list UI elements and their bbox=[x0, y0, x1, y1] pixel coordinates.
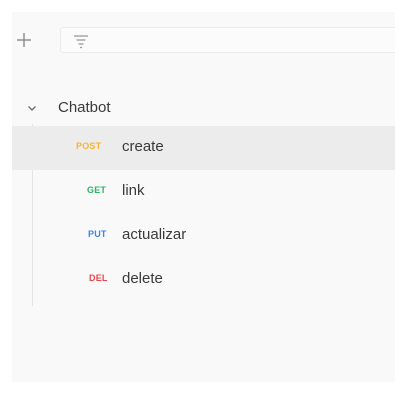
request-item-link[interactable]: GET link bbox=[12, 170, 395, 214]
sidebar-toolbar bbox=[12, 12, 395, 68]
method-badge-put: PUT bbox=[88, 229, 107, 239]
chevron-down-icon[interactable] bbox=[26, 102, 38, 114]
request-name: create bbox=[122, 138, 164, 155]
collection-name: Chatbot bbox=[58, 99, 111, 116]
filter-field[interactable] bbox=[60, 27, 395, 53]
collection-chatbot[interactable]: Chatbot bbox=[12, 90, 395, 126]
plus-icon bbox=[17, 33, 31, 47]
filter-icon bbox=[74, 35, 88, 49]
request-item-create[interactable]: POST create bbox=[12, 126, 395, 170]
request-name: link bbox=[122, 182, 145, 199]
request-name: delete bbox=[122, 270, 163, 287]
filter-input[interactable] bbox=[97, 31, 391, 51]
request-item-actualizar[interactable]: PUT actualizar bbox=[12, 214, 395, 258]
method-badge-post: POST bbox=[76, 141, 102, 151]
method-badge-get: GET bbox=[87, 185, 107, 195]
request-name: actualizar bbox=[122, 226, 187, 243]
collections-sidebar: Chatbot POST create GET link PUT actuali… bbox=[12, 12, 395, 382]
method-badge-del: DEL bbox=[89, 273, 108, 283]
add-collection-button[interactable] bbox=[12, 28, 36, 52]
request-item-delete[interactable]: DEL delete bbox=[12, 258, 395, 302]
